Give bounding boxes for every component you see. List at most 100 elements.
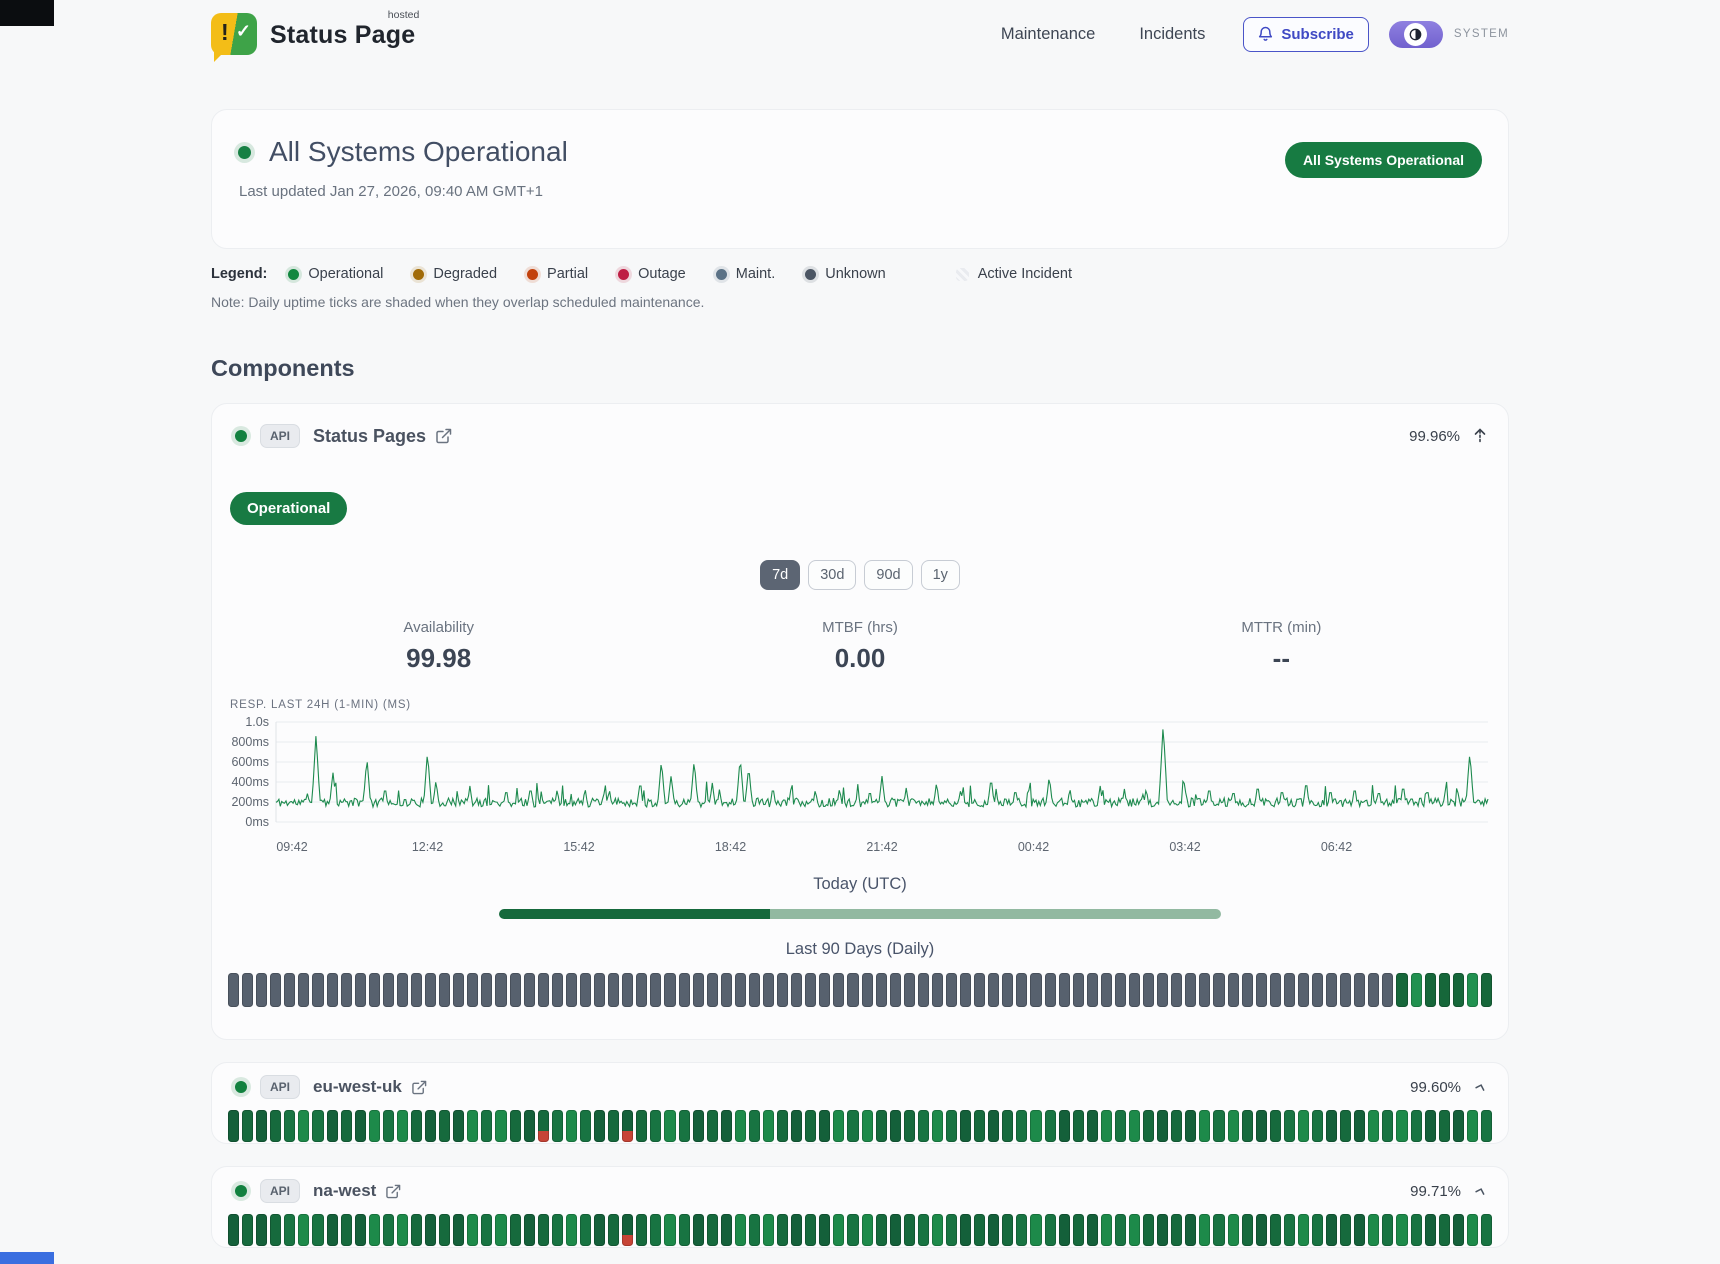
uptime-day-tick[interactable] — [791, 1110, 802, 1142]
external-link-icon[interactable] — [386, 1184, 401, 1199]
uptime-day-tick[interactable] — [1045, 1110, 1056, 1142]
uptime-day-tick[interactable] — [707, 1110, 718, 1142]
uptime-day-tick[interactable] — [439, 973, 450, 1007]
uptime-day-tick[interactable] — [397, 973, 408, 1007]
uptime-day-tick[interactable] — [847, 973, 858, 1007]
uptime-day-tick[interactable] — [622, 1214, 633, 1246]
uptime-day-tick[interactable] — [580, 973, 591, 1007]
uptime-day-tick[interactable] — [1185, 973, 1196, 1007]
uptime-day-tick[interactable] — [1396, 1110, 1407, 1142]
uptime-day-tick[interactable] — [1059, 1110, 1070, 1142]
uptime-day-tick[interactable] — [566, 1110, 577, 1142]
uptime-day-tick[interactable] — [749, 1110, 760, 1142]
uptime-day-tick[interactable] — [355, 1214, 366, 1246]
uptime-day-tick[interactable] — [1312, 1110, 1323, 1142]
uptime-day-tick[interactable] — [425, 973, 436, 1007]
uptime-day-tick[interactable] — [904, 1214, 915, 1246]
uptime-day-tick[interactable] — [397, 1214, 408, 1246]
uptime-day-tick[interactable] — [552, 1110, 563, 1142]
uptime-day-tick[interactable] — [355, 1110, 366, 1142]
uptime-day-tick[interactable] — [228, 973, 239, 1007]
uptime-day-tick[interactable] — [242, 1214, 253, 1246]
uptime-day-tick[interactable] — [425, 1214, 436, 1246]
uptime-day-tick[interactable] — [1411, 1110, 1422, 1142]
uptime-day-tick[interactable] — [735, 973, 746, 1007]
uptime-day-tick[interactable] — [1002, 1110, 1013, 1142]
uptime-day-tick[interactable] — [538, 1110, 549, 1142]
uptime-day-tick[interactable] — [847, 1110, 858, 1142]
uptime-day-tick[interactable] — [1016, 1214, 1027, 1246]
uptime-day-tick[interactable] — [608, 1110, 619, 1142]
uptime-day-tick[interactable] — [664, 973, 675, 1007]
uptime-day-tick[interactable] — [833, 1110, 844, 1142]
range-button-30d[interactable]: 30d — [808, 560, 856, 590]
theme-toggle[interactable] — [1389, 21, 1443, 48]
uptime-day-tick[interactable] — [777, 1110, 788, 1142]
uptime-day-tick[interactable] — [890, 1110, 901, 1142]
uptime-day-tick[interactable] — [510, 1214, 521, 1246]
uptime-day-tick[interactable] — [1059, 973, 1070, 1007]
uptime-day-tick[interactable] — [1045, 973, 1056, 1007]
uptime-day-tick[interactable] — [341, 1214, 352, 1246]
uptime-day-tick[interactable] — [284, 973, 295, 1007]
uptime-day-tick[interactable] — [946, 1214, 957, 1246]
uptime-day-tick[interactable] — [932, 1214, 943, 1246]
uptime-day-tick[interactable] — [946, 973, 957, 1007]
uptime-day-tick[interactable] — [524, 1110, 535, 1142]
uptime-day-tick[interactable] — [693, 1214, 704, 1246]
uptime-day-tick[interactable] — [988, 1214, 999, 1246]
uptime-day-tick[interactable] — [763, 1110, 774, 1142]
uptime-day-tick[interactable] — [1298, 1110, 1309, 1142]
uptime-day-tick[interactable] — [270, 1214, 281, 1246]
uptime-day-tick[interactable] — [664, 1214, 675, 1246]
uptime-day-tick[interactable] — [467, 1214, 478, 1246]
uptime-day-tick[interactable] — [411, 1110, 422, 1142]
uptime-day-tick[interactable] — [707, 1214, 718, 1246]
uptime-day-tick[interactable] — [1242, 1214, 1253, 1246]
uptime-day-tick[interactable] — [679, 1110, 690, 1142]
brand[interactable]: ! ✓ hosted Status Page — [211, 13, 415, 55]
uptime-day-tick[interactable] — [481, 1214, 492, 1246]
uptime-day-tick[interactable] — [763, 973, 774, 1007]
uptime-day-tick[interactable] — [988, 1110, 999, 1142]
uptime-day-tick[interactable] — [791, 973, 802, 1007]
uptime-day-tick[interactable] — [650, 1214, 661, 1246]
uptime-day-tick[interactable] — [1101, 973, 1112, 1007]
uptime-day-tick[interactable] — [1073, 1110, 1084, 1142]
uptime-day-tick[interactable] — [1256, 1110, 1267, 1142]
uptime-day-tick[interactable] — [749, 973, 760, 1007]
uptime-day-tick[interactable] — [1213, 1110, 1224, 1142]
external-link-icon[interactable] — [412, 1080, 427, 1095]
uptime-day-tick[interactable] — [1171, 1214, 1182, 1246]
uptime-day-tick[interactable] — [411, 1214, 422, 1246]
uptime-day-tick[interactable] — [1143, 973, 1154, 1007]
uptime-day-tick[interactable] — [552, 1214, 563, 1246]
uptime-day-tick[interactable] — [467, 973, 478, 1007]
uptime-day-tick[interactable] — [1368, 1214, 1379, 1246]
uptime-day-tick[interactable] — [819, 973, 830, 1007]
uptime-day-tick[interactable] — [932, 973, 943, 1007]
uptime-day-tick[interactable] — [256, 1110, 267, 1142]
uptime-day-tick[interactable] — [650, 1110, 661, 1142]
uptime-day-tick[interactable] — [1228, 973, 1239, 1007]
component-name-link[interactable]: Status Pages — [313, 426, 426, 447]
uptime-day-tick[interactable] — [1129, 1110, 1140, 1142]
uptime-day-tick[interactable] — [890, 973, 901, 1007]
uptime-day-tick[interactable] — [833, 973, 844, 1007]
uptime-day-tick[interactable] — [327, 1214, 338, 1246]
uptime-day-tick[interactable] — [1326, 1110, 1337, 1142]
uptime-day-tick[interactable] — [960, 1214, 971, 1246]
uptime-day-tick[interactable] — [369, 1214, 380, 1246]
uptime-day-tick[interactable] — [960, 1110, 971, 1142]
uptime-day-tick[interactable] — [341, 1110, 352, 1142]
uptime-day-tick[interactable] — [425, 1110, 436, 1142]
uptime-day-tick[interactable] — [693, 973, 704, 1007]
uptime-day-tick[interactable] — [1115, 973, 1126, 1007]
uptime-day-tick[interactable] — [1354, 973, 1365, 1007]
uptime-day-tick[interactable] — [1425, 1214, 1436, 1246]
uptime-day-tick[interactable] — [1481, 973, 1492, 1007]
uptime-day-tick[interactable] — [1002, 973, 1013, 1007]
uptime-day-tick[interactable] — [495, 1214, 506, 1246]
uptime-day-tick[interactable] — [481, 1110, 492, 1142]
uptime-day-tick[interactable] — [1185, 1110, 1196, 1142]
